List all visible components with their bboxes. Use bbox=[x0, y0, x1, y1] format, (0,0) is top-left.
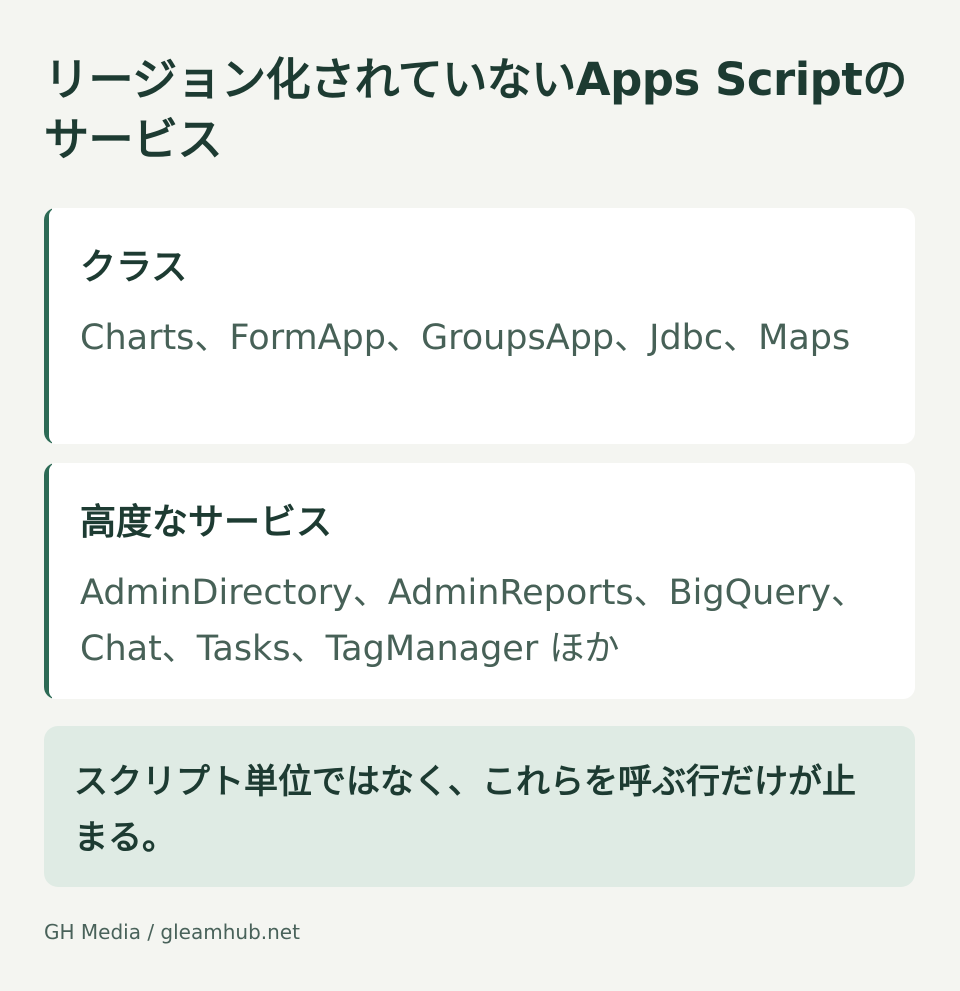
advanced-services-list: AdminDirectory、AdminReports、BigQuery、Cha… bbox=[80, 573, 866, 669]
classes-list: Charts、FormApp、GroupsApp、Jdbc、Maps bbox=[80, 318, 851, 358]
footer-credit: GH Media / gleamhub.net bbox=[44, 920, 300, 944]
note-box: スクリプト単位ではなく、これらを呼ぶ行だけが止まる。 bbox=[44, 726, 915, 887]
advanced-services-heading: 高度なサービス bbox=[80, 502, 333, 543]
classes-card: クラス Charts、FormApp、GroupsApp、Jdbc、Maps bbox=[44, 208, 915, 444]
classes-heading: クラス bbox=[80, 247, 188, 288]
note-text: スクリプト単位ではなく、これらを呼ぶ行だけが止まる。 bbox=[74, 762, 856, 858]
page-title: リージョン化されていないApps Scriptのサービス bbox=[44, 53, 907, 166]
advanced-services-card: 高度なサービス AdminDirectory、AdminReports、BigQ… bbox=[44, 463, 915, 699]
